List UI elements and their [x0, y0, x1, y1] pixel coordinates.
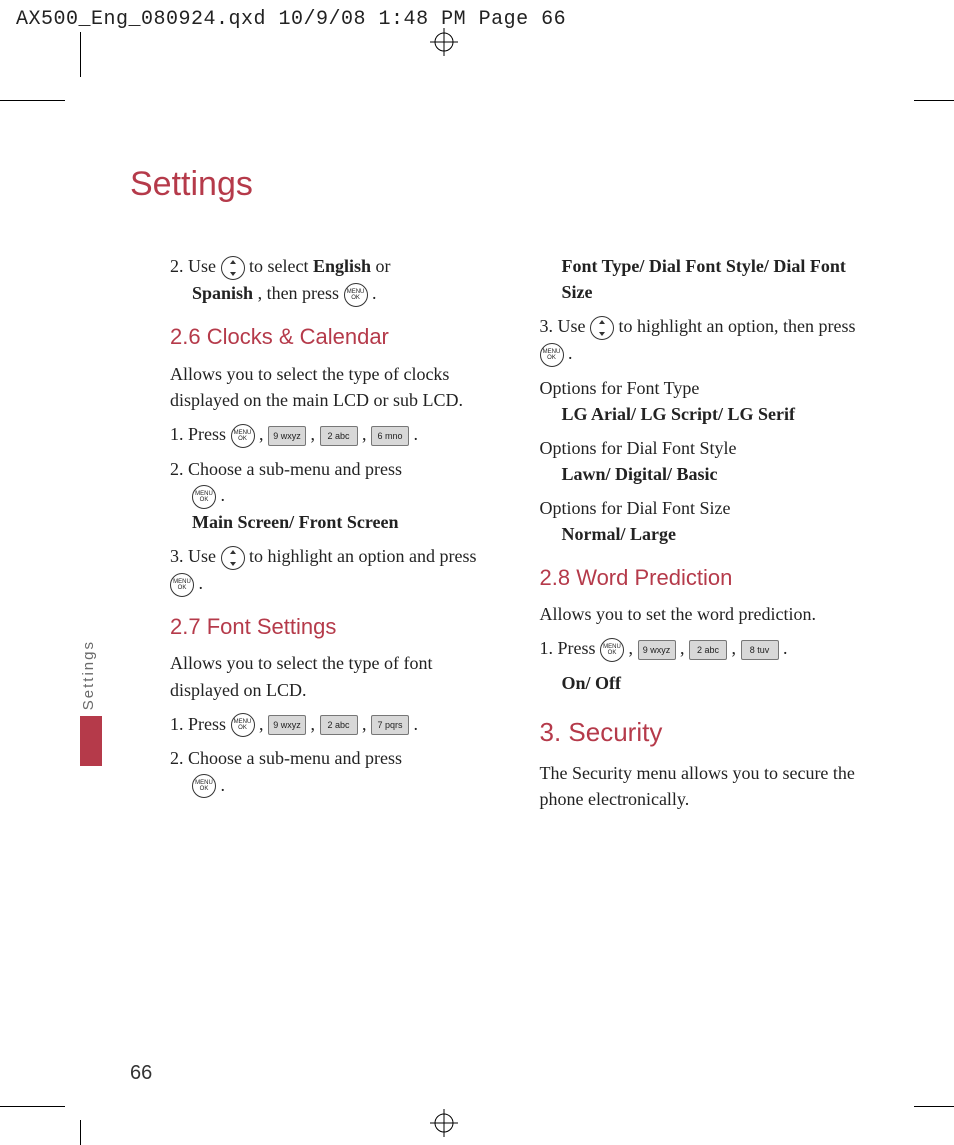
text: , [362, 714, 371, 734]
key-9-icon: 9 wxyz [638, 640, 676, 660]
menu-ok-key-icon: MENUOK [600, 638, 624, 662]
page-number: 66 [130, 1062, 152, 1085]
nav-key-icon [221, 256, 245, 280]
text: to highlight an option, then press [619, 316, 856, 336]
step-2-7-1: 1. Press MENUOK , 9 wxyz , 2 abc , 7 pqr… [170, 711, 505, 738]
on-off-options: On/ Off [562, 670, 875, 696]
text: , [311, 424, 320, 444]
text: to select [249, 256, 313, 276]
text: . [221, 775, 226, 795]
step-2-8-1: 1. Press MENUOK , 9 wxyz , 2 abc , 8 tuv… [540, 635, 875, 662]
text: . [372, 283, 377, 303]
page-body: Settings Settings 2. Use to select Engli… [0, 70, 954, 1145]
options-font-type: Options for Font Type LG Arial/ LG Scrip… [540, 375, 875, 427]
key-2-icon: 2 abc [689, 640, 727, 660]
key-6-icon: 6 mno [371, 426, 409, 446]
dial-font-style-options: Lawn/ Digital/ Basic [562, 461, 875, 487]
step-2-7-3: 3. Use to highlight an option, then pres… [540, 313, 875, 367]
left-column: 2. Use to select English or Spanish , th… [170, 245, 505, 820]
text: . [199, 573, 204, 593]
text: 2. Choose a sub-menu and press [170, 748, 402, 768]
heading-2-8: 2.8 Word Prediction [540, 562, 875, 594]
step-2-6-1: 1. Press MENUOK , 9 wxyz , 2 abc , 6 mno… [170, 421, 505, 448]
menu-ok-key-icon: MENUOK [192, 774, 216, 798]
desc-3: The Security menu allows you to secure t… [540, 760, 875, 812]
step-2-6-3: 3. Use to highlight an option and press … [170, 543, 505, 597]
submenu-options: Main Screen/ Front Screen [192, 509, 505, 535]
font-type-options: LG Arial/ LG Script/ LG Serif [562, 401, 875, 427]
options-dial-font-size: Options for Dial Font Size Normal/ Large [540, 495, 875, 547]
key-2-icon: 2 abc [320, 426, 358, 446]
print-header: AX500_Eng_080924.qxd 10/9/08 1:48 PM Pag… [0, 0, 954, 39]
text: . [783, 638, 788, 658]
registration-mark-icon [430, 28, 458, 56]
text: , [311, 714, 320, 734]
menu-ok-key-icon: MENUOK [231, 713, 255, 737]
menu-ok-key-icon: MENUOK [170, 573, 194, 597]
key-8-icon: 8 tuv [741, 640, 779, 660]
text: , then press [258, 283, 344, 303]
key-2-icon: 2 abc [320, 715, 358, 735]
dial-font-size-options: Normal/ Large [562, 521, 875, 547]
text: 3. Use [540, 316, 591, 336]
text: . [414, 424, 419, 444]
side-tab: Settings [80, 640, 102, 766]
heading-2-7: 2.7 Font Settings [170, 611, 505, 643]
step-2-7-2: 2. Choose a sub-menu and press MENUOK . [170, 745, 505, 798]
text: . [568, 343, 573, 363]
option-english: English [313, 256, 371, 276]
desc-2-8: Allows you to set the word prediction. [540, 601, 875, 627]
text: 3. Use [170, 546, 221, 566]
key-7-icon: 7 pqrs [371, 715, 409, 735]
desc-2-7: Allows you to select the type of font di… [170, 650, 505, 702]
text: . [414, 714, 419, 734]
text: , [732, 638, 741, 658]
key-9-icon: 9 wxyz [268, 426, 306, 446]
text: . [221, 485, 226, 505]
step-2-6-2: 2. Choose a sub-menu and press MENUOK . … [170, 456, 505, 535]
text: 1. Press [540, 638, 601, 658]
menu-ok-key-icon: MENUOK [344, 283, 368, 307]
desc-2-6: Allows you to select the type of clocks … [170, 361, 505, 413]
side-tab-bar [80, 716, 102, 766]
text: 2. Choose a sub-menu and press [170, 459, 402, 479]
page-title: Settings [130, 165, 253, 204]
text: Options for Dial Font Size [540, 498, 731, 518]
text: 1. Press [170, 424, 231, 444]
step-2: 2. Use to select English or Spanish , th… [170, 253, 505, 307]
text: to highlight an option and press [249, 546, 476, 566]
text: Options for Dial Font Style [540, 438, 737, 458]
side-tab-label: Settings [80, 640, 97, 710]
key-9-icon: 9 wxyz [268, 715, 306, 735]
submenu-font-options: Font Type/ Dial Font Style/ Dial Font Si… [562, 253, 875, 305]
nav-key-icon [221, 546, 245, 570]
text: , [680, 638, 689, 658]
menu-ok-key-icon: MENUOK [540, 343, 564, 367]
text: Options for Font Type [540, 378, 700, 398]
heading-3: 3. Security [540, 714, 875, 752]
option-spanish: Spanish [192, 283, 253, 303]
text: , [362, 424, 371, 444]
menu-ok-key-icon: MENUOK [231, 424, 255, 448]
text: 2. Use [170, 256, 221, 276]
text: , [629, 638, 638, 658]
text: , [259, 714, 268, 734]
text: 1. Press [170, 714, 231, 734]
nav-key-icon [590, 316, 614, 340]
text: or [376, 256, 391, 276]
right-column: Font Type/ Dial Font Style/ Dial Font Si… [540, 245, 875, 820]
options-dial-font-style: Options for Dial Font Style Lawn/ Digita… [540, 435, 875, 487]
text: , [259, 424, 268, 444]
menu-ok-key-icon: MENUOK [192, 485, 216, 509]
heading-2-6: 2.6 Clocks & Calendar [170, 321, 505, 353]
